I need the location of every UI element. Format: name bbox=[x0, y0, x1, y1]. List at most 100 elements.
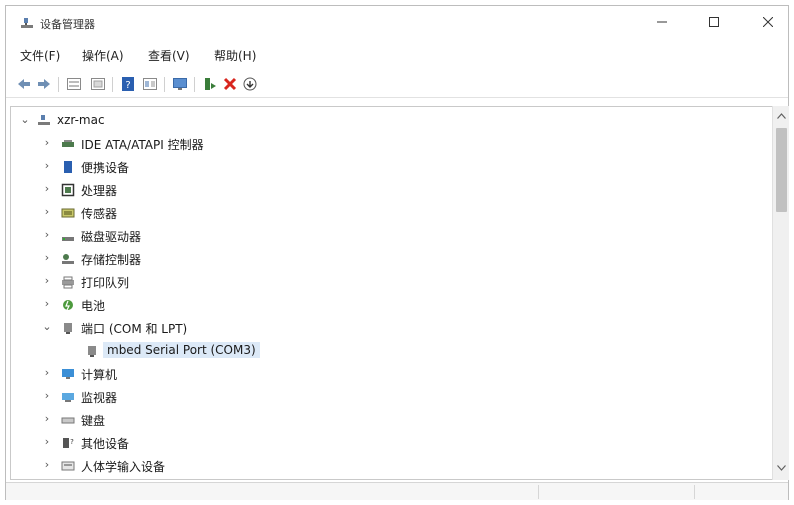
svg-text:?: ? bbox=[125, 80, 130, 91]
close-button[interactable] bbox=[748, 12, 788, 34]
serial-port-icon bbox=[85, 344, 99, 358]
tree-item-ide-controller[interactable]: › IDE ATA/ATAPI 控制器 bbox=[11, 134, 771, 154]
tree-item-label: mbed Serial Port (COM3) bbox=[103, 342, 260, 358]
view-icon[interactable] bbox=[90, 76, 106, 92]
disk-drive-icon bbox=[61, 229, 75, 243]
properties-icon[interactable] bbox=[66, 76, 82, 92]
device-manager-app-icon bbox=[20, 17, 34, 31]
minimize-button[interactable] bbox=[642, 12, 682, 34]
monitor-icon[interactable] bbox=[172, 76, 188, 92]
status-bar-divider bbox=[694, 485, 695, 499]
help-icon[interactable]: ? bbox=[120, 76, 136, 92]
menu-file[interactable]: 文件(F) bbox=[20, 47, 60, 64]
tree-item-processors[interactable]: › 处理器 bbox=[11, 180, 771, 200]
computer-monitor-icon bbox=[61, 367, 75, 381]
maximize-icon bbox=[709, 15, 719, 31]
tree-item-print-queues[interactable]: › 打印队列 bbox=[11, 272, 771, 292]
tree-item-label: 磁盘驱动器 bbox=[81, 230, 142, 244]
chevron-down-icon[interactable]: ⌄ bbox=[41, 320, 53, 334]
status-bar bbox=[6, 482, 788, 500]
computer-icon bbox=[37, 114, 51, 128]
chevron-right-icon[interactable]: › bbox=[41, 205, 53, 219]
chevron-right-icon[interactable]: › bbox=[41, 274, 53, 288]
chevron-right-icon[interactable]: › bbox=[41, 435, 53, 449]
tree-item-monitors[interactable]: › 监视器 bbox=[11, 387, 771, 407]
forward-arrow-icon[interactable] bbox=[36, 76, 52, 92]
chevron-right-icon[interactable]: › bbox=[41, 159, 53, 173]
printer-icon bbox=[61, 275, 75, 289]
maximize-button[interactable] bbox=[694, 12, 734, 34]
keyboard-icon bbox=[61, 413, 75, 427]
close-icon bbox=[762, 15, 774, 31]
tree-item-label: 监视器 bbox=[81, 391, 118, 405]
tree-root-label: xzr-mac bbox=[57, 113, 105, 127]
tree-root-item[interactable]: ⌄ xzr-mac bbox=[11, 111, 771, 131]
portable-device-icon bbox=[61, 160, 75, 174]
minimize-icon bbox=[657, 15, 667, 31]
tree-item-label: 打印队列 bbox=[81, 276, 130, 290]
scroll-up-arrow-icon[interactable] bbox=[773, 110, 790, 124]
tree-item-batteries[interactable]: › 电池 bbox=[11, 295, 771, 315]
tree-item-ports[interactable]: ⌄ 端口 (COM 和 LPT) bbox=[11, 318, 771, 338]
toolbar-separator bbox=[112, 77, 113, 92]
toolbar-separator bbox=[58, 77, 59, 92]
tree-item-computer[interactable]: › 计算机 bbox=[11, 364, 771, 384]
chevron-right-icon[interactable]: › bbox=[41, 366, 53, 380]
chevron-right-icon[interactable]: › bbox=[41, 251, 53, 265]
tree-item-label: 人体学输入设备 bbox=[81, 460, 166, 474]
chevron-right-icon[interactable]: › bbox=[41, 182, 53, 196]
scroll-down-arrow-icon[interactable] bbox=[773, 462, 790, 476]
tree-item-mbed-serial-port[interactable]: mbed Serial Port (COM3) bbox=[11, 341, 771, 361]
menu-bar: 文件(F) 操作(A) 查看(V) 帮助(H) bbox=[6, 44, 788, 66]
menu-action[interactable]: 操作(A) bbox=[82, 47, 124, 64]
menu-help[interactable]: 帮助(H) bbox=[214, 47, 256, 64]
tree-item-label: 传感器 bbox=[81, 207, 118, 221]
toolbar: ? bbox=[6, 70, 788, 98]
tree-item-storage-controllers[interactable]: › 存储控制器 bbox=[11, 249, 771, 269]
port-icon bbox=[61, 321, 75, 335]
menu-view[interactable]: 查看(V) bbox=[148, 47, 190, 64]
chevron-right-icon[interactable]: › bbox=[41, 297, 53, 311]
tree-item-label: 端口 (COM 和 LPT) bbox=[81, 322, 188, 336]
tree-item-hid[interactable]: › 人体学输入设备 bbox=[11, 456, 771, 476]
chevron-right-icon[interactable]: › bbox=[41, 136, 53, 150]
chevron-down-icon[interactable]: ⌄ bbox=[19, 113, 31, 127]
monitor-display-icon bbox=[61, 390, 75, 404]
toolbar-separator bbox=[164, 77, 165, 92]
storage-controller-icon bbox=[61, 252, 75, 266]
chevron-right-icon[interactable]: › bbox=[41, 228, 53, 242]
sensor-icon bbox=[61, 206, 75, 220]
chevron-right-icon[interactable]: › bbox=[41, 458, 53, 472]
tree-item-label: 计算机 bbox=[81, 368, 118, 382]
vertical-scrollbar[interactable] bbox=[772, 106, 789, 480]
tree-item-sensors[interactable]: › 传感器 bbox=[11, 203, 771, 223]
device-tree: ⌄ xzr-mac › IDE ATA/ATAPI 控制器 › 便携设备 › 处… bbox=[10, 106, 772, 480]
list-icon[interactable] bbox=[142, 76, 158, 92]
uninstall-icon[interactable] bbox=[222, 76, 238, 92]
toolbar-separator bbox=[194, 77, 195, 92]
tree-item-label: 键盘 bbox=[81, 414, 106, 428]
window-title: 设备管理器 bbox=[40, 18, 95, 31]
back-arrow-icon[interactable] bbox=[16, 76, 32, 92]
chevron-right-icon[interactable]: › bbox=[41, 412, 53, 426]
chevron-right-icon[interactable]: › bbox=[41, 389, 53, 403]
tree-item-label: 便携设备 bbox=[81, 161, 130, 175]
device-manager-window: 设备管理器 文件(F) 操作(A) 查看(V) 帮助(H) ? ⌄ xzr-ma… bbox=[5, 5, 789, 500]
tree-item-portable-devices[interactable]: › 便携设备 bbox=[11, 157, 771, 177]
tree-item-keyboards[interactable]: › 键盘 bbox=[11, 410, 771, 430]
other-device-icon: ? bbox=[61, 436, 75, 450]
scan-icon[interactable] bbox=[242, 76, 258, 92]
hid-icon bbox=[61, 459, 75, 473]
tree-item-label: 处理器 bbox=[81, 184, 118, 198]
tree-item-disk-drives[interactable]: › 磁盘驱动器 bbox=[11, 226, 771, 246]
tree-item-label: 电池 bbox=[81, 299, 106, 313]
tree-item-label: IDE ATA/ATAPI 控制器 bbox=[81, 138, 204, 152]
status-bar-divider bbox=[538, 485, 539, 499]
battery-icon bbox=[61, 298, 75, 312]
update-driver-icon[interactable] bbox=[202, 76, 218, 92]
scrollbar-thumb[interactable] bbox=[776, 128, 787, 212]
tree-item-label: 其他设备 bbox=[81, 437, 130, 451]
tree-item-other-devices[interactable]: › ? 其他设备 bbox=[11, 433, 771, 453]
svg-text:?: ? bbox=[70, 438, 74, 446]
tree-item-label: 存储控制器 bbox=[81, 253, 142, 267]
